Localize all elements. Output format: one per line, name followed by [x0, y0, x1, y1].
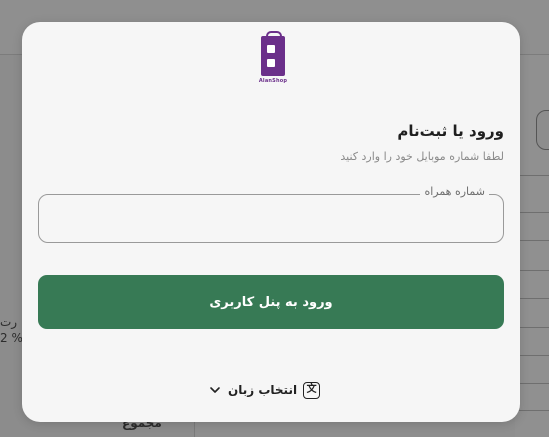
language-label: انتخاب زبان	[228, 383, 298, 397]
background-divider	[515, 270, 549, 271]
login-modal: AlanShop ورود یا ثبت‌نام لطفا شماره موبا…	[22, 22, 520, 422]
background-divider	[515, 355, 549, 356]
background-divider	[515, 240, 549, 241]
background-divider	[515, 383, 549, 384]
background-text: % 2	[0, 331, 23, 345]
login-submit-button[interactable]: ورود به پنل کاربری	[38, 275, 504, 329]
phone-input[interactable]	[39, 195, 503, 242]
login-title: ورود یا ثبت‌نام	[397, 122, 504, 140]
background-divider	[515, 212, 549, 213]
background-divider	[515, 298, 549, 299]
shopping-bag-icon	[261, 31, 285, 76]
language-selector[interactable]: 文 انتخاب زبان	[208, 378, 321, 402]
login-subtitle: لطفا شماره موبایل خود را وارد کنید	[340, 150, 504, 163]
phone-field[interactable]: شماره همراه	[38, 185, 504, 243]
background-divider	[515, 327, 549, 328]
translate-icon: 文	[303, 381, 321, 399]
background-divider	[515, 410, 549, 411]
brand-logo: AlanShop	[258, 31, 288, 88]
logo-text: AlanShop	[258, 78, 288, 84]
background-button	[536, 110, 549, 150]
background-divider	[515, 175, 549, 176]
chevron-down-icon	[210, 387, 220, 393]
background-text: رت	[0, 315, 18, 329]
